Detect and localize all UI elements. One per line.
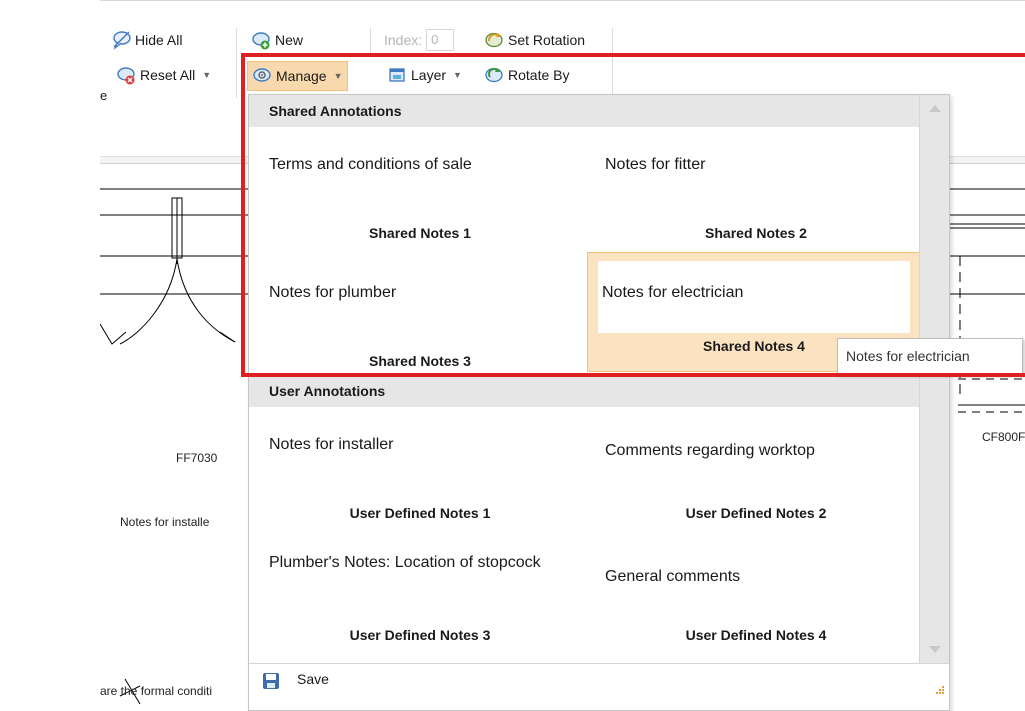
index-label: Index: [384, 32, 423, 48]
rotation-icon [484, 30, 504, 50]
note-name: User Defined Notes 2 [685, 505, 827, 521]
rotate-by-label: Rotate By [508, 67, 570, 83]
new-label: New [275, 32, 304, 48]
ribbon-separator [370, 28, 371, 56]
manage-gear-icon [252, 66, 272, 86]
note-name: User Defined Notes 4 [685, 627, 827, 643]
manage-button[interactable]: Manage ▼ [247, 61, 348, 91]
section-header-shared: Shared Annotations [249, 95, 921, 127]
note-title: Notes for electrician [602, 284, 744, 301]
user-note-tile[interactable]: Comments regarding worktop User Defined … [589, 411, 923, 531]
rotate-by-button[interactable]: Rotate By [480, 62, 573, 88]
canvas-label-notes-installer: Notes for installe [120, 515, 210, 529]
note-name: Shared Notes 3 [369, 353, 471, 369]
ribbon-separator [612, 28, 613, 98]
note-name: Shared Notes 2 [705, 225, 807, 241]
ribbon-separator [236, 28, 237, 98]
hide-all-label: Hide All [135, 32, 183, 48]
layer-icon [387, 65, 407, 85]
reset-all-button[interactable]: Reset All ▼ [112, 62, 215, 88]
section-header-user: User Annotations [249, 375, 921, 407]
shared-note-tile[interactable]: Terms and conditions of sale Shared Note… [253, 131, 587, 251]
set-rotation-label: Set Rotation [508, 32, 586, 48]
speech-bubble-add-icon [251, 30, 271, 50]
floppy-disk-icon [261, 671, 281, 694]
shared-note-tile[interactable]: Notes for plumber Shared Notes 3 [253, 259, 587, 379]
manage-dropdown: Shared Annotations Terms and conditions … [248, 94, 950, 711]
note-title: Notes for fitter [605, 156, 706, 173]
resize-grip-icon[interactable] [935, 685, 945, 695]
index-input[interactable]: 0 [426, 29, 455, 51]
layer-label: Layer [411, 67, 447, 83]
layer-button[interactable]: Layer ▼ [383, 62, 466, 88]
note-name: User Defined Notes 1 [349, 505, 491, 521]
rotate-arrow-icon [484, 65, 504, 85]
note-name: User Defined Notes 3 [349, 627, 491, 643]
index-field[interactable]: Index: 0 [380, 27, 458, 53]
user-note-tile[interactable]: General comments User Defined Notes 4 [589, 533, 923, 653]
chevron-down-icon: ▼ [333, 71, 343, 81]
chevron-down-icon: ▼ [202, 70, 212, 80]
user-note-tile[interactable]: Notes for installer User Defined Notes 1 [253, 411, 587, 531]
chevron-down-icon: ▼ [453, 70, 462, 80]
note-title: Comments regarding worktop [605, 442, 815, 459]
tooltip: Notes for electrician [837, 338, 1023, 375]
cut-off-label: e [100, 88, 108, 103]
note-name: Shared Notes 1 [369, 225, 471, 241]
note-title: Terms and conditions of sale [269, 156, 472, 173]
note-title: General comments [605, 568, 741, 585]
reset-all-label: Reset All [140, 67, 196, 83]
note-title: Plumber's Notes: Location of stopcock [269, 554, 541, 571]
set-rotation-button[interactable]: Set Rotation [480, 27, 589, 53]
speech-bubble-reset-icon [116, 65, 136, 85]
new-annotation-button[interactable]: New [247, 27, 307, 53]
speech-bubble-icon [111, 30, 131, 50]
save-button[interactable]: Save [257, 664, 377, 698]
dropdown-footer: Save [249, 663, 949, 697]
note-title: Notes for installer [269, 436, 394, 453]
canvas-label-ff7030: FF7030 [176, 451, 218, 465]
canvas-label-cf800: CF800F [982, 430, 1025, 444]
save-label: Save [297, 671, 329, 687]
scroll-up-icon[interactable] [929, 105, 941, 112]
manage-label: Manage [276, 68, 327, 84]
canvas-label-formal: are the formal conditi [100, 684, 213, 698]
user-note-tile[interactable]: Plumber's Notes: Location of stopcock Us… [253, 533, 587, 653]
hide-all-button[interactable]: Hide All [107, 27, 186, 53]
vertical-scrollbar[interactable] [919, 95, 949, 663]
scroll-down-icon[interactable] [929, 646, 941, 653]
note-title: Notes for plumber [269, 284, 397, 301]
shared-note-tile[interactable]: Notes for fitter Shared Notes 2 [589, 131, 923, 251]
